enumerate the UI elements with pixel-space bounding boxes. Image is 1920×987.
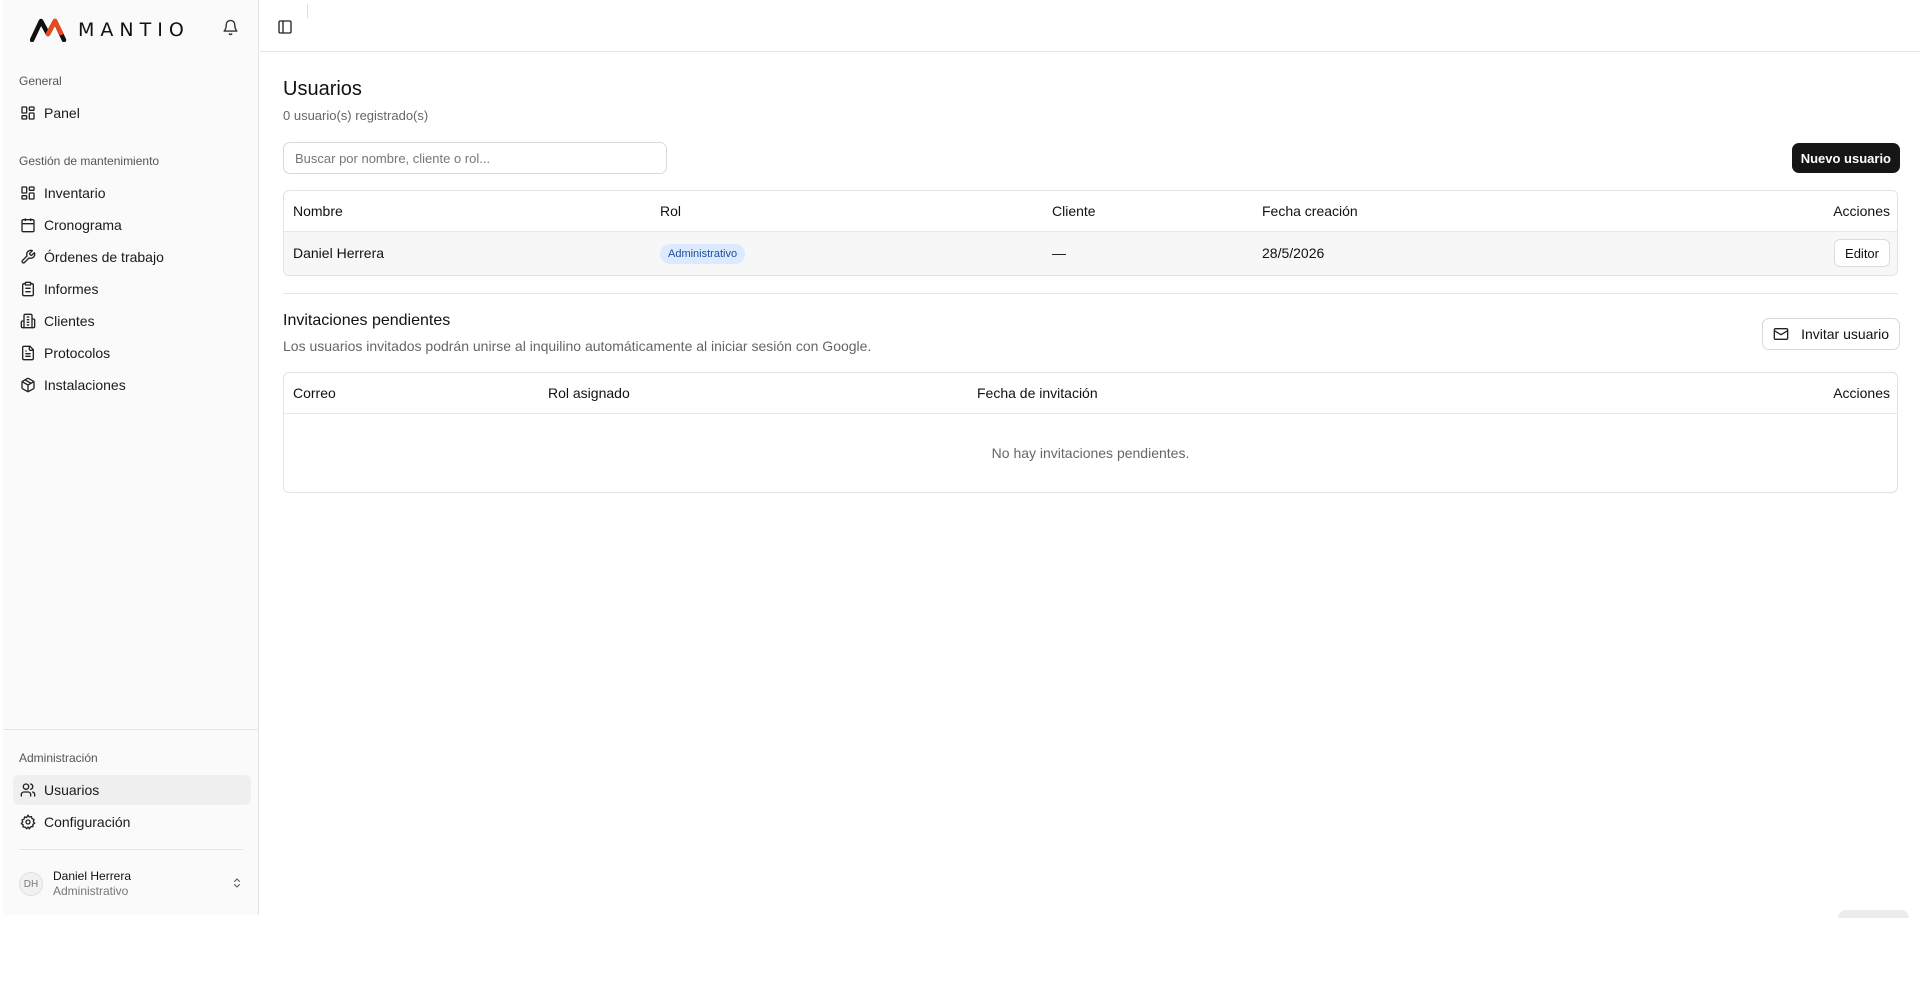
settings-icon: [20, 814, 36, 830]
sidebar-item-ordenes[interactable]: Órdenes de trabajo: [13, 242, 251, 272]
cell-cliente: —: [1052, 245, 1066, 261]
avatar: DH: [19, 872, 43, 896]
sidebar: MANTIO General Panel Gestión de mantenim…: [3, 0, 259, 915]
brand-logo[interactable]: MANTIO: [30, 17, 190, 43]
brand-name: MANTIO: [78, 19, 190, 41]
column-header-fecha-invitacion: Fecha de invitación: [977, 385, 1098, 401]
package-icon: [20, 377, 36, 393]
chevrons-up-down-icon: [231, 876, 245, 890]
invitations-table: Correo Rol asignado Fecha de invitación …: [283, 372, 1898, 493]
column-header-acciones: Acciones: [1833, 203, 1890, 219]
empty-state: No hay invitaciones pendientes.: [991, 445, 1190, 461]
page-title: Usuarios: [283, 78, 362, 100]
dashboard-icon: [20, 105, 36, 121]
sidebar-item-label: Inventario: [44, 185, 106, 201]
sidebar-item-informes[interactable]: Informes: [13, 274, 251, 304]
column-header-fecha: Fecha creación: [1262, 203, 1358, 219]
app-shell: MANTIO General Panel Gestión de mantenim…: [0, 0, 1920, 915]
sidebar-item-label: Informes: [44, 281, 99, 297]
sidebar-item-label: Usuarios: [44, 782, 100, 798]
group-label-administracion: Administración: [19, 751, 98, 765]
bell-icon[interactable]: [222, 19, 242, 39]
invitations-subtitle: Los usuarios invitados podrán unirse al …: [283, 338, 872, 354]
user-name: Daniel Herrera: [53, 869, 132, 883]
column-header-rol-asignado: Rol asignado: [548, 385, 630, 401]
sidebar-item-label: Panel: [44, 105, 80, 121]
invitations-title: Invitaciones pendientes: [283, 312, 451, 329]
users-table: Nombre Rol Cliente Fecha creación Accion…: [283, 190, 1898, 276]
file-text-icon: [20, 345, 36, 361]
mail-icon: [1773, 328, 1789, 340]
column-header-rol: Rol: [660, 203, 682, 219]
column-header-correo: Correo: [293, 385, 336, 401]
clipboard-icon: [20, 281, 36, 297]
cell-nombre: Daniel Herrera: [293, 245, 385, 261]
page-subtitle: 0 usuario(s) registrado(s): [283, 108, 429, 123]
sidebar-item-usuarios[interactable]: Usuarios: [13, 775, 251, 805]
new-user-button[interactable]: Nuevo usuario: [1791, 143, 1900, 173]
sidebar-item-configuracion[interactable]: Configuración: [13, 807, 251, 837]
sidebar-item-instalaciones[interactable]: Instalaciones: [13, 370, 251, 400]
column-header-nombre: Nombre: [293, 203, 343, 219]
dashboard-icon: [20, 185, 36, 201]
header-divider: [284, 413, 1897, 414]
table-row[interactable]: Daniel Herrera Administrativo — 28/5/202…: [284, 232, 1897, 275]
sidebar-item-label: Órdenes de trabajo: [44, 249, 164, 265]
search-input[interactable]: [283, 142, 667, 174]
user-menu[interactable]: DH Daniel Herrera Administrativo: [19, 866, 249, 902]
sidebar-item-panel[interactable]: Panel: [13, 98, 251, 128]
calendar-icon: [20, 217, 36, 233]
sidebar-item-inventario[interactable]: Inventario: [13, 178, 251, 208]
cell-fecha: 28/5/2026: [1262, 245, 1325, 261]
group-label-general: General: [19, 74, 62, 88]
group-label-gestion: Gestión de mantenimiento: [19, 154, 160, 168]
section-divider: [283, 293, 1898, 294]
invite-user-button[interactable]: Invitar usuario: [1762, 318, 1900, 350]
wrench-icon: [20, 249, 36, 265]
sidebar-item-cronograma[interactable]: Cronograma: [13, 210, 251, 240]
column-header-acciones: Acciones: [1833, 385, 1890, 401]
mantio-logo-mark: [30, 18, 67, 42]
sidebar-item-label: Configuración: [44, 814, 131, 830]
sidebar-item-label: Instalaciones: [44, 377, 126, 393]
invite-user-label: Invitar usuario: [1801, 326, 1889, 342]
sidebar-item-label: Protocolos: [44, 345, 111, 361]
corner-widget[interactable]: [1838, 910, 1909, 918]
sidebar-item-clientes[interactable]: Clientes: [13, 306, 251, 336]
sidebar-item-label: Clientes: [44, 313, 95, 329]
role-badge: Administrativo: [660, 244, 746, 264]
building-icon: [20, 313, 36, 329]
topbar: [260, 0, 1920, 52]
sidebar-toggle-icon[interactable]: [277, 19, 294, 36]
users-icon: [20, 782, 36, 798]
user-divider: [19, 849, 243, 850]
sidebar-item-protocolos[interactable]: Protocolos: [13, 338, 251, 368]
sidebar-divider: [3, 729, 259, 730]
user-role: Administrativo: [53, 884, 129, 898]
topbar-divider: [307, 4, 308, 18]
edit-button[interactable]: Editor: [1834, 239, 1890, 267]
user-info: Daniel Herrera Administrativo: [53, 869, 131, 899]
sidebar-item-label: Cronograma: [44, 217, 122, 233]
column-header-cliente: Cliente: [1052, 203, 1096, 219]
